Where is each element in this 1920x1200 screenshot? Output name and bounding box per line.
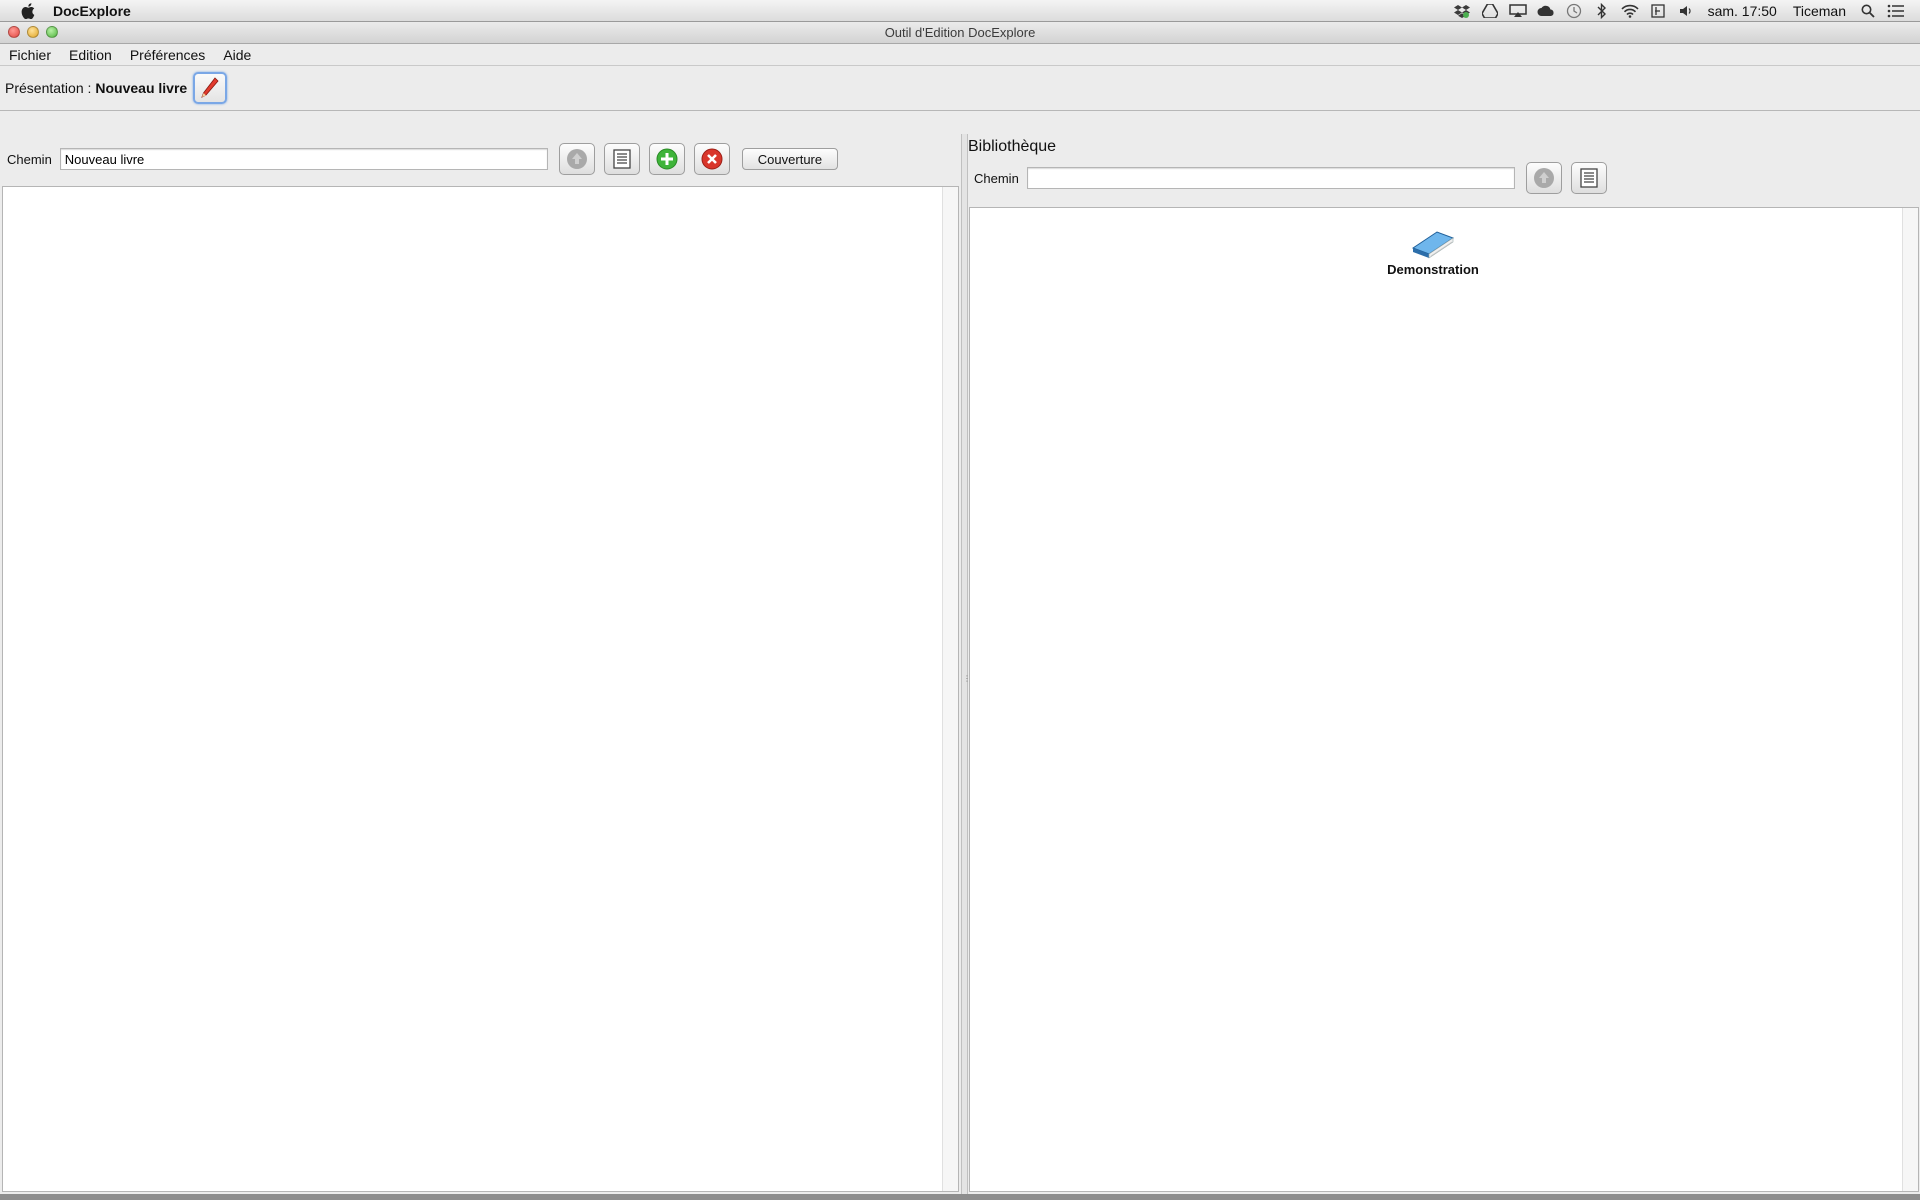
volume-icon[interactable] [1677,3,1695,19]
list-icon [1580,168,1598,188]
bluetooth-icon[interactable] [1593,2,1611,19]
book-icon [1411,231,1455,259]
book-list-view-button[interactable] [603,143,640,175]
window-title: Outil d'Edition DocExplore [884,25,1036,40]
library-item-demonstration[interactable]: Demonstration [1378,226,1488,277]
add-icon [656,148,678,170]
pencil-icon [201,77,219,98]
library-title: Bibliothèque [968,138,1057,155]
book-path-row: Chemin Couverture [0,134,961,184]
window-minimize-button[interactable] [27,26,39,38]
split-divider[interactable]: ⋮ [961,134,971,1194]
edit-presentation-button[interactable] [193,72,228,104]
library-content: Demonstration [969,207,1919,1192]
delete-icon [701,148,723,170]
menubar-user[interactable]: Ticeman [1793,3,1846,19]
book-path-input[interactable] [59,148,548,170]
library-scrollbar[interactable] [1902,208,1918,1191]
apple-menu-icon[interactable] [19,2,37,20]
screen-bottom-edge [0,1194,1920,1200]
library-path-input[interactable] [1026,167,1515,189]
up-arrow-icon [1533,168,1554,188]
cloud-icon[interactable] [1537,3,1555,19]
battery-icon[interactable] [1649,3,1667,19]
time-machine-icon[interactable] [1565,3,1583,19]
presentation-label: Présentation : [5,80,92,96]
airplay-icon[interactable] [1508,3,1527,19]
delete-page-button[interactable] [693,143,730,175]
library-pane: Bibliothèque Chemin Demonstration [968,134,1920,1194]
menu-edition[interactable]: Edition [60,47,121,63]
library-path-row: Chemin [968,158,1920,198]
google-drive-icon[interactable] [1481,3,1499,19]
menubar-tray: sam. 17:50 Ticeman [1448,0,1920,22]
book-editor-pane: Chemin Couverture [0,134,961,1194]
presentation-bar: Présentation : Nouveau livre [0,66,1920,111]
window-zoom-button[interactable] [46,26,58,38]
presentation-title: Nouveau livre [95,80,188,96]
notification-list-icon[interactable] [1887,3,1905,19]
menu-preferences[interactable]: Préférences [121,47,214,63]
library-list-view-button[interactable] [1570,162,1607,194]
menu-aide[interactable]: Aide [214,47,260,63]
up-arrow-icon [566,149,587,169]
add-page-button[interactable] [648,143,685,175]
book-pages-area[interactable] [2,186,959,1192]
app-menu-bar: Fichier Edition Préférences Aide [0,44,1920,66]
window-controls [8,26,58,38]
spotlight-icon[interactable] [1859,3,1877,19]
menu-fichier[interactable]: Fichier [0,47,60,63]
wifi-icon[interactable] [1620,3,1639,19]
window-title-bar[interactable]: Outil d'Edition DocExplore [0,22,1920,44]
mac-app-name[interactable]: DocExplore [53,3,131,19]
list-icon [613,149,631,169]
mac-menubar: DocExplore sam. 17:50 Ticeman [0,0,1920,22]
library-item-label: Demonstration [1387,262,1479,277]
book-up-button[interactable] [558,143,595,175]
book-pages-scrollbar[interactable] [942,187,958,1191]
cover-button[interactable]: Couverture [741,148,839,170]
editor-window: Outil d'Edition DocExplore Fichier Editi… [0,22,1920,1194]
window-close-button[interactable] [8,26,20,38]
split-panes: Chemin Couverture ⋮ [0,134,1920,1194]
book-path-label: Chemin [7,151,52,167]
dropbox-icon[interactable] [1453,3,1471,19]
menubar-clock[interactable]: sam. 17:50 [1708,3,1777,19]
library-path-label: Chemin [974,170,1019,186]
library-up-button[interactable] [1525,162,1562,194]
